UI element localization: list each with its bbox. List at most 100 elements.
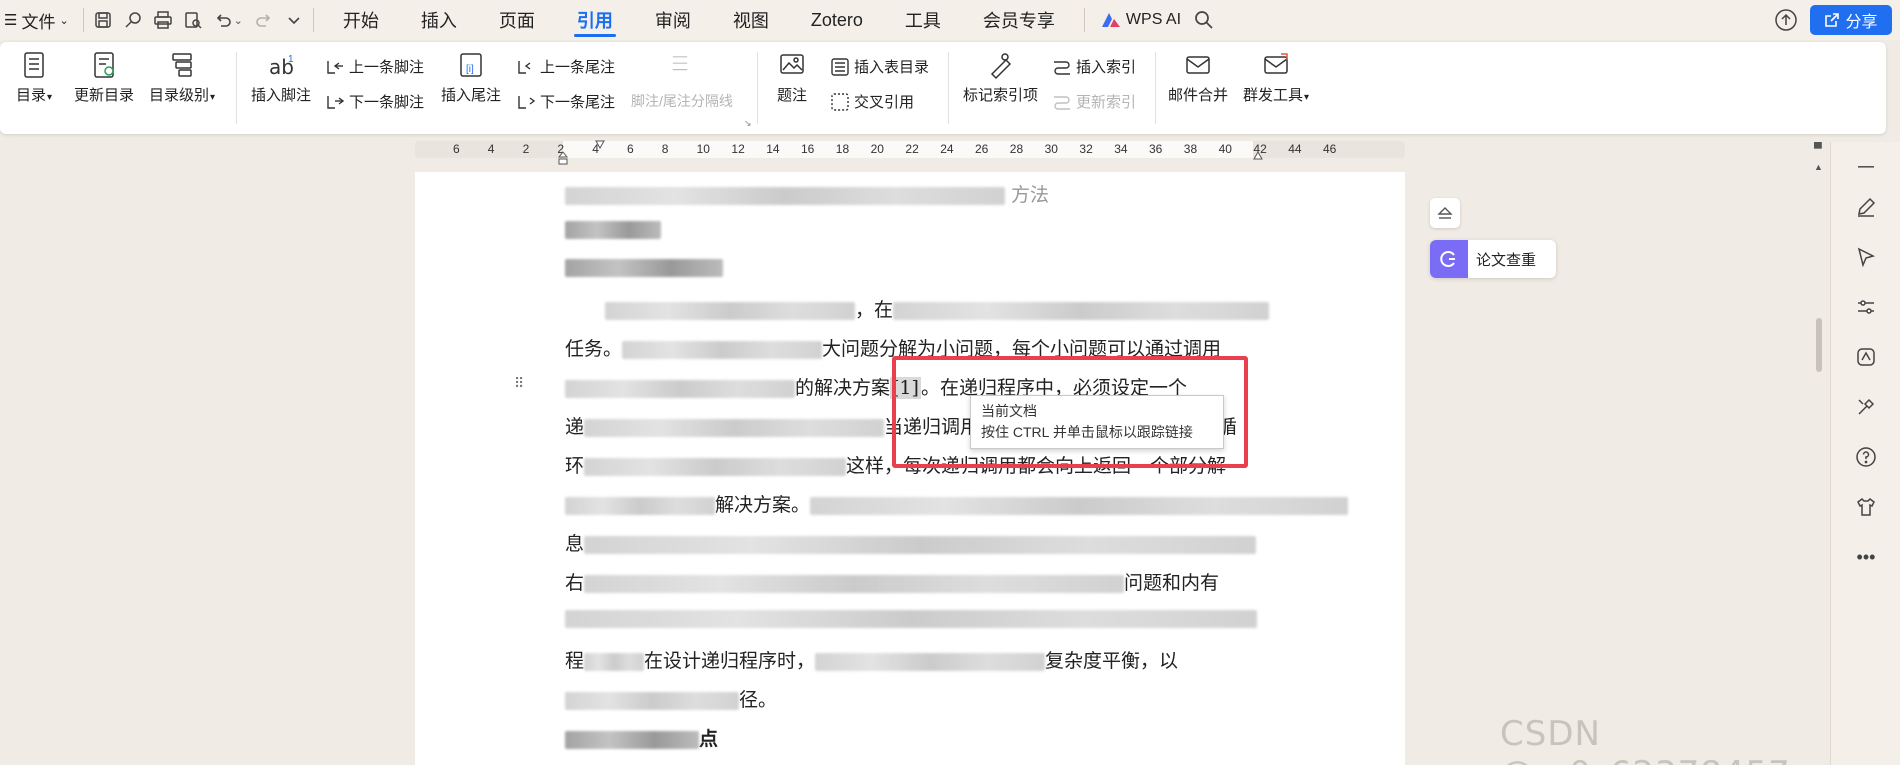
search-icon[interactable] — [1193, 9, 1215, 31]
file-menu[interactable]: ☰ 文件 ⌄ — [0, 0, 75, 40]
minimize-panel-icon[interactable] — [1853, 154, 1879, 180]
mark-index-button[interactable]: 标记索引项 — [963, 50, 1038, 105]
mail-merge-button[interactable]: 邮件合并 — [1168, 50, 1228, 105]
redacted-text — [565, 221, 661, 239]
watermark: CSDN @m0_62378457 — [1500, 714, 1790, 765]
save-icon[interactable] — [92, 9, 114, 31]
svg-text:1: 1 — [288, 54, 294, 65]
ruler-tick-label: 4 — [487, 142, 495, 156]
doc-text: 右 — [565, 572, 585, 594]
format-painter-icon[interactable] — [122, 9, 144, 31]
toc-level-icon — [172, 53, 192, 77]
insert-tof-button[interactable]: 插入表目录 — [830, 56, 929, 77]
doc-text: 任务。 — [565, 338, 623, 360]
undo-icon[interactable] — [212, 9, 234, 31]
redo-icon[interactable] — [253, 9, 275, 31]
mass-send-button[interactable]: 群发工具▾ — [1243, 50, 1309, 105]
cloud-upload-icon[interactable] — [1774, 8, 1798, 32]
pen-icon[interactable] — [1853, 194, 1879, 220]
tab-zotero[interactable]: Zotero — [790, 0, 884, 40]
tab-tools[interactable]: 工具 — [884, 0, 962, 40]
separator-line-label: 脚注/尾注分隔线 — [631, 93, 733, 109]
prev-footnote-button[interactable]: 上一条脚注 — [325, 56, 424, 77]
skin-shirt-icon[interactable] — [1853, 494, 1879, 520]
tab-member[interactable]: 会员专享 — [962, 0, 1076, 40]
prev-endnote-button[interactable]: 上一条尾注 — [516, 56, 615, 77]
divider — [757, 52, 758, 124]
insert-index-label: 插入索引 — [1076, 59, 1137, 76]
tab-insert[interactable]: 插入 — [400, 0, 478, 40]
vertical-scrollbar[interactable] — [1812, 155, 1824, 765]
left-indent-marker[interactable] — [557, 151, 569, 165]
horizontal-ruler[interactable]: 6 4 2 2 4 6 8 10 12 14 16 18 20 22 24 26 28 30 32 34 36 38 40 4… — [415, 140, 1405, 165]
doc-para-line-11: 径。 — [565, 685, 777, 711]
doc-text: 程 — [565, 650, 585, 672]
toc-button[interactable]: 目录▾ — [16, 50, 52, 105]
redacted-text — [815, 653, 1046, 671]
print-icon[interactable] — [152, 9, 174, 31]
doc-text: 点 — [699, 728, 719, 750]
more-chevron-icon[interactable] — [283, 9, 305, 31]
redacted-text — [584, 653, 645, 671]
ai-writing-icon[interactable] — [1853, 344, 1879, 370]
prev-footnote-icon — [327, 60, 343, 74]
doc-text: 问题和内有 — [1124, 572, 1220, 594]
adjust-sliders-icon[interactable] — [1853, 294, 1879, 320]
eject-icon — [1437, 207, 1453, 219]
tools-icon[interactable] — [1853, 394, 1879, 420]
next-footnote-button[interactable]: 下一条脚注 — [325, 91, 424, 112]
doc-text: 环 — [565, 455, 585, 477]
insert-index-icon — [1054, 60, 1070, 75]
more-options-icon[interactable]: ••• — [1853, 544, 1879, 570]
redacted-text — [565, 610, 1257, 628]
tab-references[interactable]: 引用 — [556, 0, 634, 40]
tab-page[interactable]: 页面 — [478, 0, 556, 40]
next-endnote-button[interactable]: 下一条尾注 — [516, 91, 615, 112]
doc-text: 息 — [565, 533, 585, 555]
paragraph-drag-handle-icon[interactable]: ⠿ — [514, 376, 526, 402]
doc-text: 递 — [565, 416, 585, 438]
ruler-tick-label: 46 — [1323, 142, 1337, 156]
collapse-toggle-button[interactable] — [1430, 198, 1460, 228]
right-indent-marker[interactable] — [1253, 147, 1263, 160]
tab-home[interactable]: 开始 — [322, 0, 400, 40]
cross-ref-button[interactable]: 交叉引用 — [830, 91, 914, 112]
doc-text: 的解决方案 — [795, 377, 891, 399]
menu-bar: ☰ 文件 ⌄ ⌄ 开始 插入 页面 引用 审阅 视图 Zotero 工具 会员专… — [0, 0, 1900, 40]
doc-line-1: 方法 — [565, 180, 1049, 206]
ruler-tick-label: 8 — [661, 142, 669, 156]
chevron-down-icon[interactable]: ⌄ — [234, 14, 243, 27]
cross-reference-icon — [831, 92, 849, 111]
document-page[interactable]: 方法 ，在 任务。 大问题分解为小问题，每个小问题可以通过调用 的解决方案 [1]。… — [415, 172, 1405, 765]
right-sidebar: ••• — [1830, 142, 1900, 765]
scrollbar-thumb[interactable] — [1816, 318, 1822, 372]
ruler-tick-label: 38 — [1183, 142, 1198, 156]
toc-level-button[interactable]: 目录级别▾ — [149, 50, 215, 105]
select-cursor-icon[interactable] — [1853, 244, 1879, 270]
ruler-tick-label: 14 — [766, 142, 780, 156]
ruler-tick-label: 18 — [835, 142, 850, 156]
tab-review[interactable]: 审阅 — [634, 0, 712, 40]
share-button[interactable]: 分享 — [1810, 5, 1892, 35]
doc-text: 方法 — [1011, 184, 1050, 206]
insert-index-button[interactable]: 插入索引 — [1052, 56, 1136, 77]
ruler-toggle-icon[interactable]: ▀ — [1814, 143, 1822, 155]
caption-button[interactable]: 题注 — [777, 50, 807, 105]
tab-view[interactable]: 视图 — [712, 0, 790, 40]
insert-endnote-button[interactable]: [i] 插入尾注 — [441, 50, 501, 105]
ruler-tick-label: 34 — [1114, 142, 1128, 156]
first-line-indent-marker[interactable] — [595, 136, 605, 150]
plagiarism-check-button[interactable]: 论文查重 — [1430, 240, 1556, 278]
help-icon[interactable] — [1853, 444, 1879, 470]
next-footnote-label: 下一条脚注 — [349, 94, 425, 111]
wps-ai-button[interactable]: WPS AI — [1093, 11, 1189, 29]
dialog-launcher-icon[interactable]: ↘ — [744, 118, 752, 129]
insert-footnote-button[interactable]: ab 1 插入脚注 — [251, 50, 311, 105]
toc-icon — [24, 52, 44, 78]
wps-ai-label: WPS AI — [1125, 11, 1182, 28]
redacted-text — [584, 458, 847, 476]
update-toc-button[interactable]: 更新目录 — [74, 50, 134, 105]
doc-text: 解决方案。 — [715, 494, 811, 516]
print-preview-icon[interactable] — [182, 9, 204, 31]
toc-label: 目录 — [16, 87, 47, 104]
